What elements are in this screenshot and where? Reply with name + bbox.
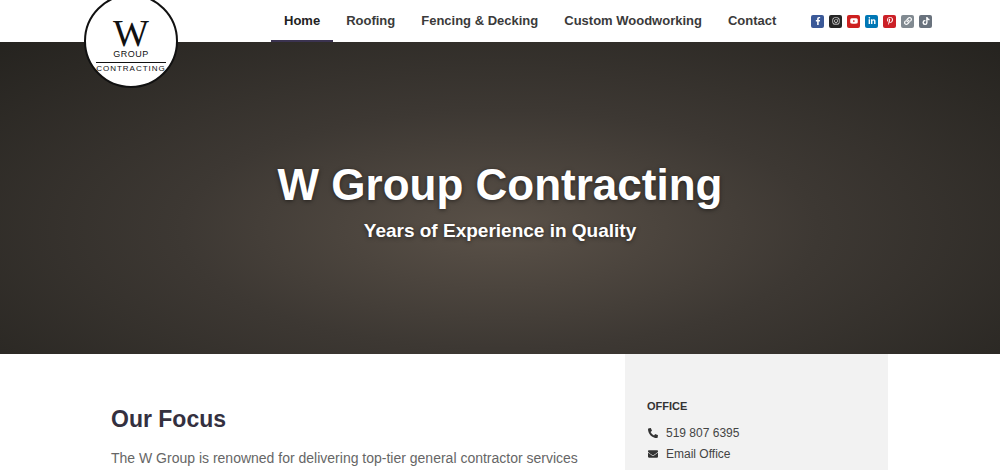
page: WGROUP CONTRACTING HomeRoofingFencing & De… <box>0 0 1000 470</box>
phone-icon <box>648 428 658 438</box>
content: Our Focus The W Group is renowned for del… <box>0 354 1000 470</box>
youtube-icon <box>850 17 858 25</box>
link-icon <box>904 17 912 25</box>
office-panel: OFFICE 519 807 6395 Email Office <box>625 354 888 470</box>
nav-item[interactable]: Fencing & Decking <box>408 0 551 42</box>
office-text: Email Office <box>666 447 730 461</box>
phone-icon <box>647 427 658 438</box>
focus-section: Our Focus The W Group is renowned for del… <box>111 354 625 470</box>
social-button[interactable] <box>829 15 842 28</box>
logo-contracting: CONTRACTING <box>96 65 166 74</box>
pinterest-icon <box>886 17 894 25</box>
focus-text: The W Group is renowned for delivering t… <box>111 447 605 469</box>
email-icon <box>647 448 658 459</box>
linkedin-icon <box>868 17 876 25</box>
email-icon <box>648 449 658 459</box>
social-button[interactable] <box>883 15 896 28</box>
social-links <box>811 0 932 42</box>
instagram-icon <box>832 17 840 25</box>
social-button[interactable] <box>847 15 860 28</box>
main-nav: HomeRoofingFencing & DeckingCustom Woodw… <box>271 0 789 42</box>
logo-rule <box>96 62 166 63</box>
focus-heading: Our Focus <box>111 406 605 433</box>
nav-item[interactable]: Home <box>271 0 333 42</box>
nav-item[interactable]: Contact <box>715 0 789 42</box>
office-phone[interactable]: 519 807 6395 <box>647 422 866 443</box>
social-button[interactable] <box>919 15 932 28</box>
tiktok-icon <box>922 17 930 25</box>
social-button[interactable] <box>865 15 878 28</box>
office-heading: OFFICE <box>647 400 866 412</box>
logo-letter: W <box>113 16 149 50</box>
hero-subtitle: Years of Experience in Quality <box>364 220 636 242</box>
social-button[interactable] <box>901 15 914 28</box>
nav-item[interactable]: Custom Woodworking <box>551 0 715 42</box>
hero-title: W Group Contracting <box>278 160 723 210</box>
office-text: 519 807 6395 <box>666 426 739 440</box>
nav-item[interactable]: Roofing <box>333 0 408 42</box>
hero: W Group Contracting Years of Experience i… <box>0 42 1000 354</box>
office-email[interactable]: Email Office <box>647 443 866 464</box>
social-button[interactable] <box>811 15 824 28</box>
logo-group: GROUP <box>113 50 149 60</box>
facebook-icon <box>814 17 822 25</box>
